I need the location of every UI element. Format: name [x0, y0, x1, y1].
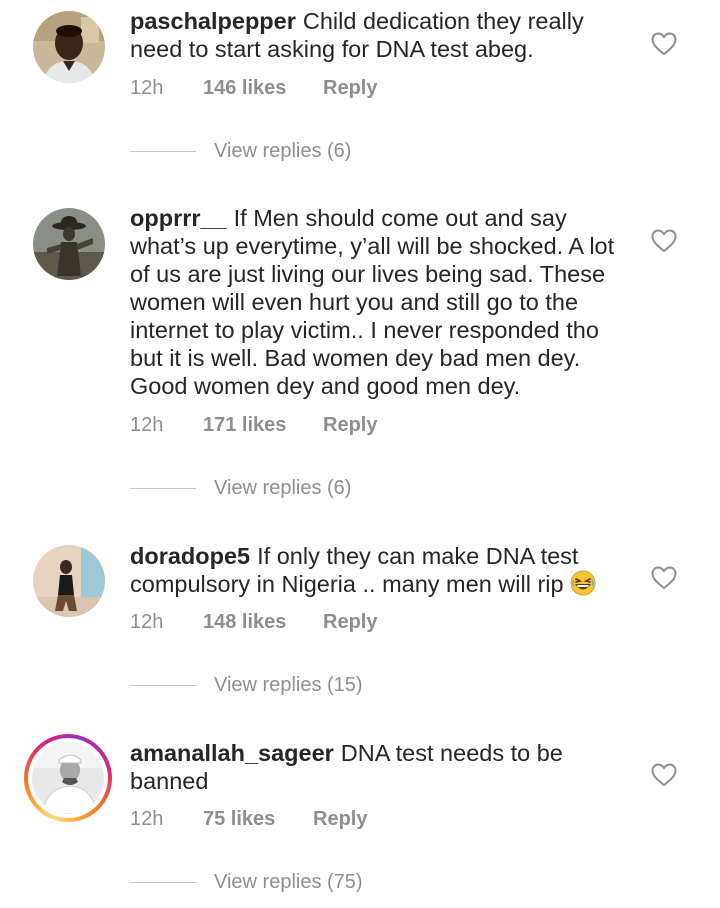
replies-divider [130, 882, 196, 883]
view-replies-row[interactable]: View replies (75) [130, 871, 363, 894]
comment-meta: 12h 148 likes Reply [130, 611, 377, 634]
heart-icon[interactable] [651, 566, 677, 590]
view-replies-button[interactable]: View replies (75) [214, 871, 363, 894]
reply-button[interactable]: Reply [323, 611, 377, 634]
comment-username[interactable]: doradope5 [130, 543, 250, 569]
comment-meta: 12h 171 likes Reply [130, 414, 377, 437]
replies-divider [130, 151, 196, 152]
heart-icon[interactable] [651, 229, 677, 253]
likes-count[interactable]: 148 likes [203, 611, 323, 634]
reply-button[interactable]: Reply [323, 77, 377, 100]
comment-body: If Men should come out and say what’s up… [130, 205, 615, 399]
comment-time: 12h [130, 414, 164, 436]
grinning-squinting-face-icon [570, 570, 596, 596]
comment-username[interactable]: opprrr__ [130, 205, 227, 231]
view-replies-row[interactable]: View replies (6) [130, 140, 351, 163]
comment-text: amanallah_sageer DNA test needs to be ban… [130, 739, 630, 795]
view-replies-button[interactable]: View replies (15) [214, 674, 363, 697]
reply-button[interactable]: Reply [323, 414, 377, 437]
heart-icon[interactable] [651, 763, 677, 787]
comment-meta: 12h 146 likes Reply [130, 77, 377, 100]
comment-username[interactable]: amanallah_sageer [130, 740, 334, 766]
replies-divider [130, 488, 196, 489]
view-replies-button[interactable]: View replies (6) [214, 477, 351, 500]
heart-icon[interactable] [651, 32, 677, 56]
avatar[interactable] [33, 11, 105, 83]
likes-count[interactable]: 146 likes [203, 77, 323, 100]
avatar-ring-gap [28, 738, 108, 818]
comment-time: 12h [130, 77, 164, 99]
avatar[interactable] [33, 545, 105, 617]
view-replies-row[interactable]: View replies (15) [130, 674, 363, 697]
comment-text: paschalpepper Child dedication they reall… [130, 7, 630, 63]
likes-count[interactable]: 75 likes [203, 808, 313, 831]
replies-divider [130, 685, 196, 686]
avatar-story-ring[interactable] [24, 734, 112, 822]
view-replies-row[interactable]: View replies (6) [130, 477, 351, 500]
comment-time: 12h [130, 611, 164, 633]
comment-time: 12h [130, 808, 164, 830]
view-replies-button[interactable]: View replies (6) [214, 140, 351, 163]
likes-count[interactable]: 171 likes [203, 414, 323, 437]
comment-text: doradope5 If only they can make DNA test … [130, 542, 630, 598]
comment-meta: 12h 75 likes Reply [130, 808, 367, 831]
avatar [32, 742, 104, 814]
comment-text: opprrr__ If Men should come out and say w… [130, 204, 630, 400]
comment-username[interactable]: paschalpepper [130, 8, 296, 34]
reply-button[interactable]: Reply [313, 808, 367, 831]
avatar[interactable] [33, 208, 105, 280]
